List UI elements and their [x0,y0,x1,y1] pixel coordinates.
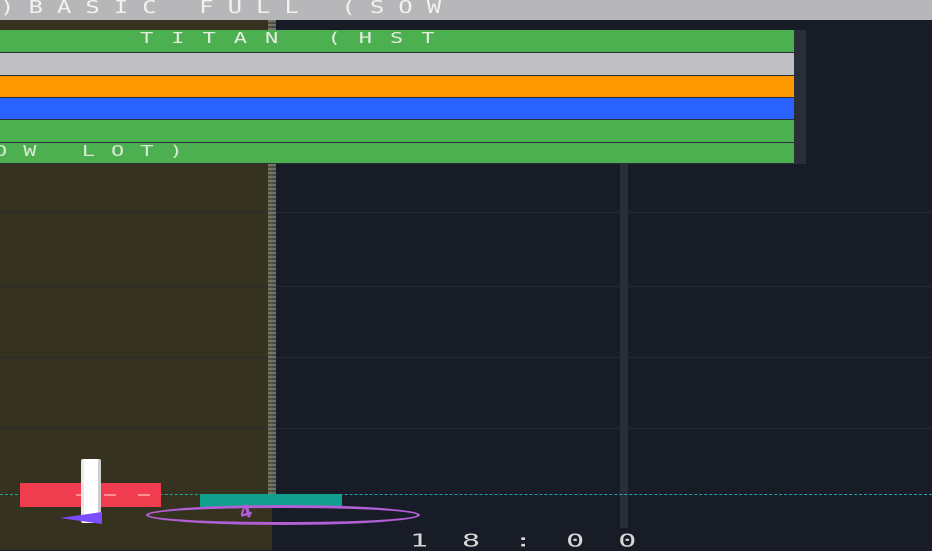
legend-band-gray[interactable] [0,53,794,75]
grid-line [0,212,932,213]
legend-bottom-text: OW LOT) [0,142,199,161]
legend-band-green[interactable] [0,120,794,142]
grid-line [0,286,932,287]
marker-dash [138,494,150,496]
legend-bottom-row[interactable]: OW LOT) [0,143,794,163]
time-axis-label: 18:00 [410,530,671,551]
grid-line [0,357,932,358]
ellipse-drawing[interactable] [146,505,420,525]
arrow-left-icon[interactable] [60,512,102,524]
legend-title-row[interactable]: TITAN (HST [0,30,794,52]
marker-dash [104,494,116,496]
legend-title-text: TITAN (HST [140,29,453,48]
grid-line [0,428,932,429]
legend-band-blue[interactable] [0,98,794,119]
vertical-crosshair-line [620,160,628,528]
legend-band-orange[interactable] [0,76,794,97]
chart-header-title: )BASIC FULL (SOW [0,0,456,16]
